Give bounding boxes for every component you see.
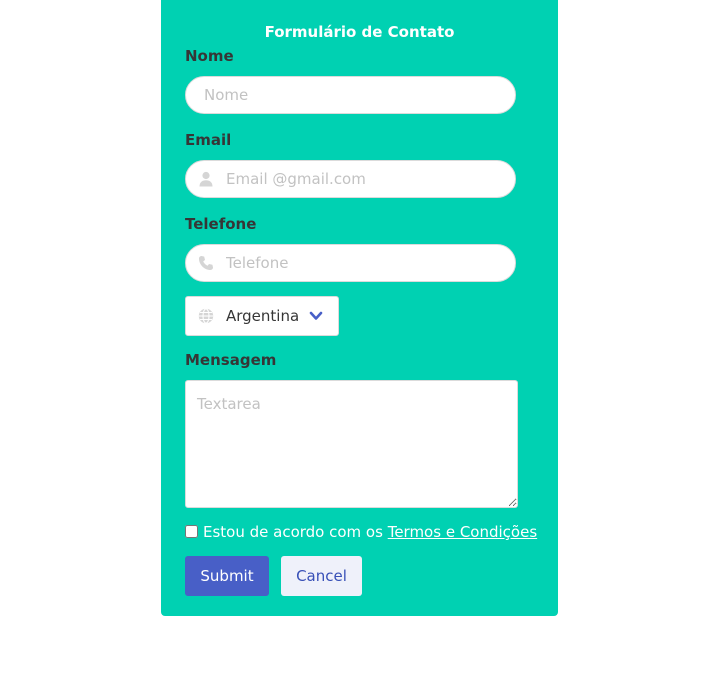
message-textarea[interactable] (185, 380, 518, 508)
country-select-value: Argentina (226, 307, 300, 325)
name-input[interactable] (204, 77, 504, 113)
terms-text: Estou de acordo com os Termos e Condiçõe… (203, 522, 537, 542)
form-title: Formulário de Contato (264, 23, 455, 41)
terms-link[interactable]: Termos e Condições (388, 523, 537, 541)
email-input[interactable] (226, 161, 506, 197)
phone-field-wrapper (185, 244, 516, 282)
user-icon (199, 171, 213, 187)
submit-button[interactable]: Submit (185, 556, 269, 596)
email-label: Email (185, 131, 232, 149)
contact-form-card: Formulário de Contato Nome Email Telefon… (161, 0, 558, 616)
phone-input[interactable] (226, 245, 506, 281)
name-field-wrapper (185, 76, 516, 114)
phone-label: Telefone (185, 215, 257, 233)
globe-icon (198, 308, 214, 324)
name-label: Nome (185, 47, 234, 65)
phone-icon (199, 256, 213, 270)
terms-checkbox[interactable] (185, 525, 198, 538)
country-select[interactable]: Argentina (185, 296, 339, 336)
terms-prefix: Estou de acordo com os (203, 523, 388, 541)
chevron-down-icon (309, 311, 323, 320)
message-label: Mensagem (185, 351, 277, 369)
email-field-wrapper (185, 160, 516, 198)
cancel-button[interactable]: Cancel (281, 556, 362, 596)
